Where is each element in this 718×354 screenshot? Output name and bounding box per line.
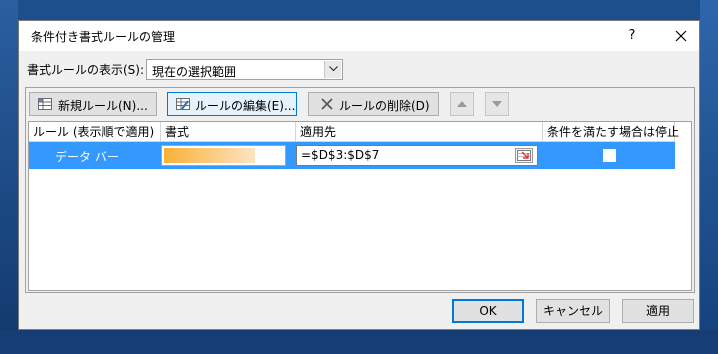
show-rules-value: 現在の選択範囲 (152, 65, 237, 79)
edit-rule-label: ルールの編集(E)... (195, 99, 296, 113)
table-row[interactable]: データ バー =$D$3:$D$7 (29, 142, 675, 169)
conditional-formatting-rules-manager-dialog: 条件付き書式ルールの管理 ? 書式ルールの表示(S): 現在の選択範囲 新規ルー… (18, 20, 700, 330)
column-header-stop-if-true[interactable]: 条件を満たす場合は停止 (543, 122, 679, 142)
ok-button[interactable]: OK (452, 299, 524, 323)
triangle-down-icon (492, 101, 502, 107)
new-rule-label: 新規ルール(N)... (58, 99, 148, 113)
dialog-title: 条件付き書式ルールの管理 (31, 30, 176, 44)
show-rules-select[interactable]: 現在の選択範囲 (146, 59, 343, 80)
column-header-rule[interactable]: ルール (表示順で適用) (29, 122, 161, 142)
cancel-button[interactable]: キャンセル (536, 299, 610, 323)
desktop-background-left (0, 0, 18, 354)
applies-to-input[interactable]: =$D$3:$D$7 (296, 145, 538, 166)
range-select-icon (517, 150, 531, 161)
new-rule-button[interactable]: 新規ルール(N)... (29, 92, 157, 116)
rules-table: ルール (表示順で適用) 書式 適用先 条件を満たす場合は停止 データ バー =… (28, 121, 692, 291)
column-header-format[interactable]: 書式 (161, 122, 296, 142)
help-button[interactable]: ? (615, 21, 649, 51)
close-icon (675, 30, 687, 42)
rules-panel: 新規ルール(N)... ルールの編集(E)... ルールの削除(D) ルール (… (25, 87, 695, 293)
taskbar (0, 330, 718, 354)
title-bar[interactable]: 条件付き書式ルールの管理 ? (19, 21, 699, 51)
column-header-applies-to[interactable]: 適用先 (296, 122, 543, 142)
delete-icon (321, 98, 333, 110)
close-button[interactable] (663, 21, 699, 51)
move-up-button[interactable] (450, 92, 474, 116)
chevron-down-icon (329, 66, 338, 72)
dropdown-arrow-button[interactable] (324, 61, 341, 78)
edit-rule-button[interactable]: ルールの編集(E)... (167, 92, 297, 116)
desktop-background-right (700, 0, 718, 354)
data-bar-preview (164, 148, 255, 163)
move-down-button[interactable] (485, 92, 509, 116)
edit-rule-icon (176, 98, 190, 110)
show-rules-label: 書式ルールの表示(S): (27, 63, 145, 77)
triangle-up-icon (457, 101, 467, 107)
range-select-button[interactable] (515, 148, 533, 163)
applies-to-value: =$D$3:$D$7 (301, 148, 380, 162)
rule-name: データ バー (55, 150, 119, 164)
stop-if-true-checkbox[interactable] (603, 149, 616, 162)
apply-button[interactable]: 適用 (622, 299, 694, 323)
delete-rule-button[interactable]: ルールの削除(D) (308, 92, 439, 116)
new-rule-icon (38, 98, 52, 110)
format-preview (161, 145, 286, 166)
delete-rule-label: ルールの削除(D) (339, 99, 430, 113)
